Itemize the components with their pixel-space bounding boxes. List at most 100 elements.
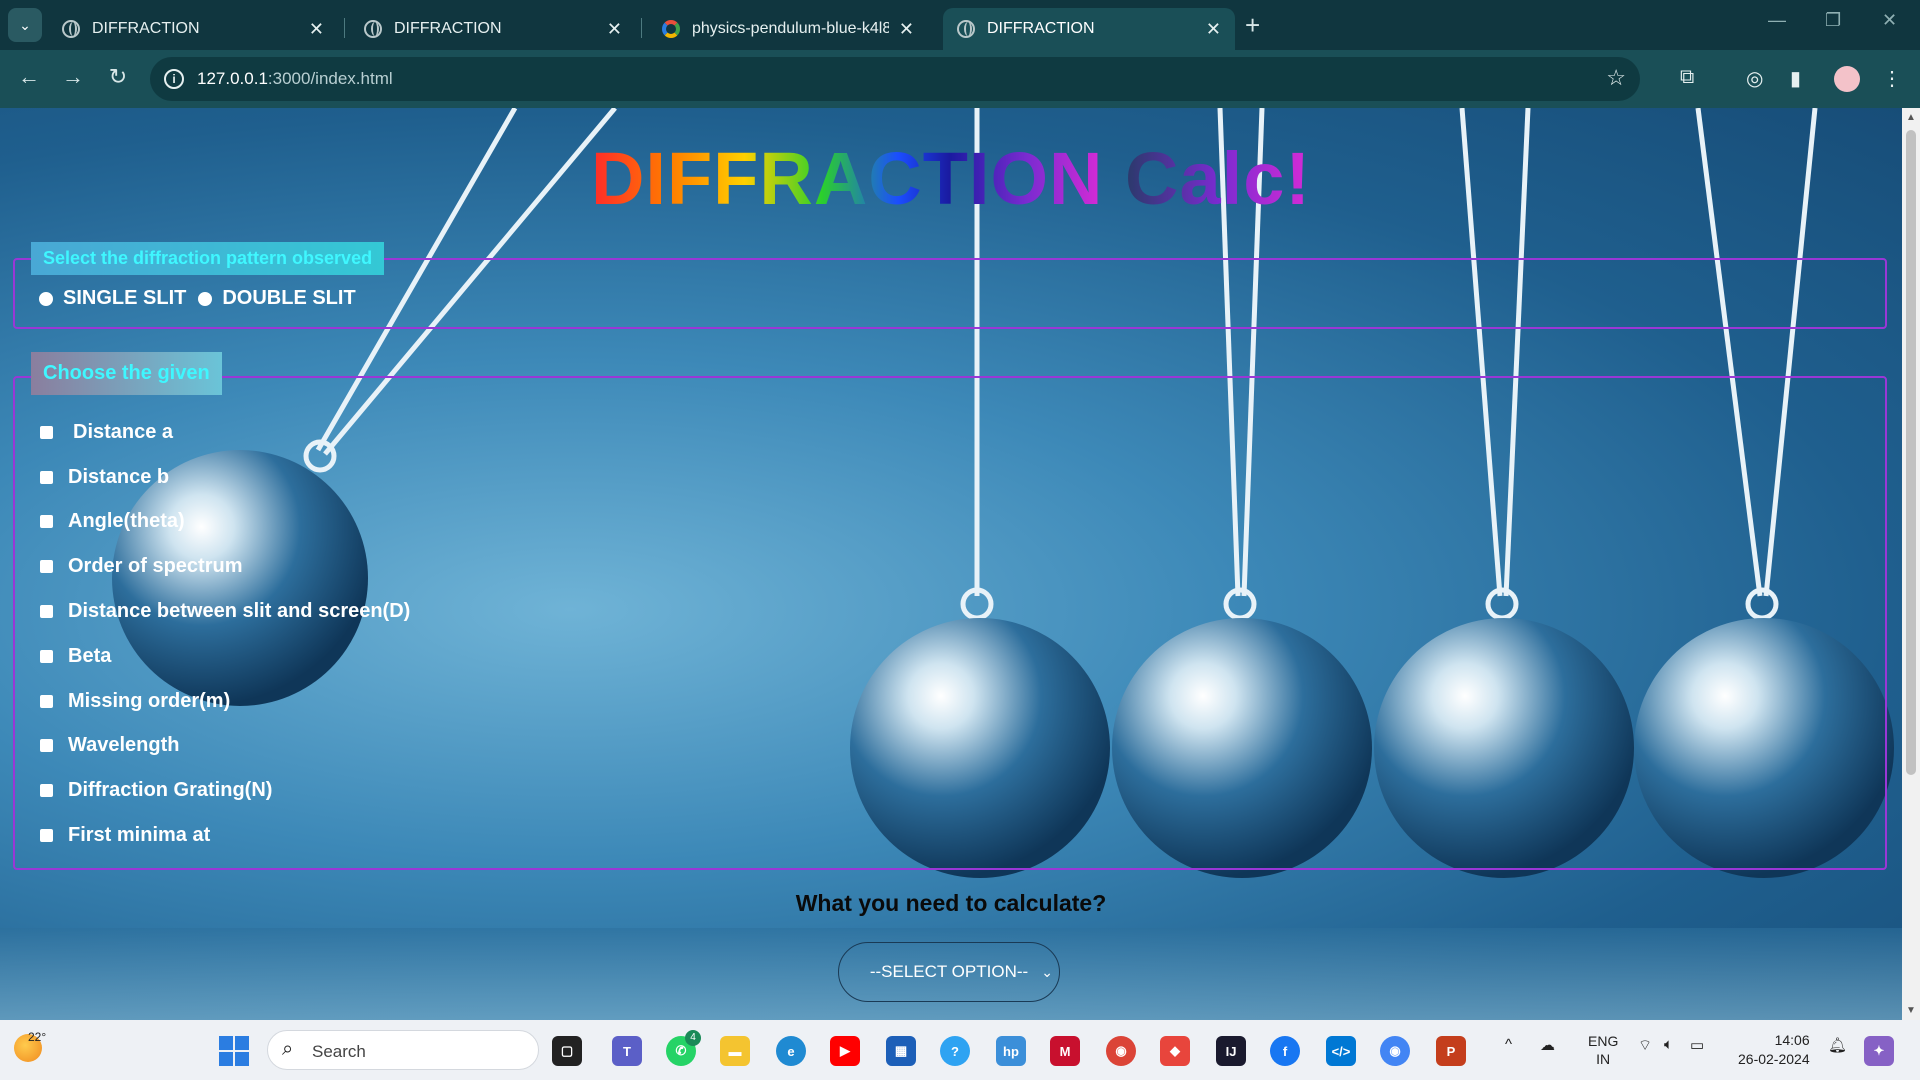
close-tab-icon[interactable]: ✕	[607, 19, 622, 40]
lang-code: ENG	[1588, 1033, 1619, 1049]
facebook-icon[interactable]: f	[1270, 1036, 1300, 1066]
menu-icon[interactable]: ⋮	[1882, 66, 1902, 91]
given-item[interactable]: Distance b	[40, 455, 410, 500]
given-item[interactable]: Distance a	[40, 410, 410, 455]
windows-taskbar: 22° ⌕ Search ▢ T ✆ 4 ▬ e ▶ ▦ ? hp M ◉ ◆ …	[0, 1020, 1920, 1080]
checkbox[interactable]	[40, 739, 53, 753]
tab-title: DIFFRACTION	[987, 20, 1095, 37]
system-clock[interactable]: 14:06 26-02-2024	[1738, 1031, 1810, 1069]
double-slit-radio[interactable]	[198, 291, 213, 306]
globe-icon	[62, 20, 80, 38]
close-tab-icon[interactable]: ✕	[1206, 19, 1221, 40]
given-item-label: Distance b	[68, 465, 170, 488]
calculate-select[interactable]: --SELECT OPTION-- ⌄	[838, 942, 1060, 1002]
vscode-icon[interactable]: </>	[1326, 1036, 1356, 1066]
tab-2[interactable]: DIFFRACTION ✕	[350, 8, 636, 50]
given-item[interactable]: Order of spectrum	[40, 544, 410, 589]
clock-date: 26-02-2024	[1738, 1051, 1810, 1067]
given-item[interactable]: Diffraction Grating(N)	[40, 768, 410, 813]
given-item[interactable]: Distance between slit and screen(D)	[40, 589, 410, 634]
forward-icon[interactable]: →	[58, 64, 88, 90]
close-window-icon[interactable]: ✕	[1882, 10, 1897, 31]
tab-4-active[interactable]: DIFFRACTION ✕	[943, 8, 1235, 50]
given-item[interactable]: Angle(theta)	[40, 500, 410, 545]
checkbox[interactable]	[40, 515, 53, 529]
title-calc-text: Calc!	[1125, 137, 1311, 220]
checkbox[interactable]	[40, 470, 53, 484]
onedrive-icon[interactable]: ☁	[1540, 1036, 1555, 1054]
chrome-icon[interactable]: ◉	[1106, 1036, 1136, 1066]
notification-icon[interactable]: 🔔︎	[1828, 1036, 1847, 1054]
wifi-icon[interactable]: ⌔	[1638, 1036, 1652, 1055]
given-item[interactable]: First minima at	[40, 813, 410, 858]
taskbar-search[interactable]: ⌕ Search	[267, 1030, 539, 1070]
help-icon[interactable]: ?	[940, 1036, 970, 1066]
weather-temp: 22°	[28, 1030, 47, 1044]
close-tab-icon[interactable]: ✕	[309, 19, 324, 40]
globe-icon	[364, 20, 382, 38]
single-slit-radio[interactable]	[39, 291, 53, 306]
checkbox[interactable]	[40, 829, 53, 843]
language-indicator[interactable]: ENG IN	[1588, 1032, 1618, 1068]
reload-icon[interactable]: ↻	[103, 64, 133, 90]
given-item[interactable]: Wavelength	[40, 724, 410, 769]
close-tab-icon[interactable]: ✕	[899, 19, 914, 40]
given-item[interactable]: Beta	[40, 634, 410, 679]
copilot-icon[interactable]: ✦	[1864, 1036, 1894, 1066]
extensions-icon[interactable]: ⧉	[1680, 66, 1694, 89]
given-item-label: Angle(theta)	[68, 510, 185, 533]
tray-overflow-icon[interactable]: ^	[1505, 1036, 1512, 1053]
battery-icon[interactable]: ▭	[1690, 1036, 1704, 1054]
scroll-up-arrow[interactable]: ▲	[1906, 112, 1916, 123]
search-placeholder: Search	[312, 1042, 366, 1061]
checkbox[interactable]	[40, 605, 53, 619]
address-bar[interactable]: i 127.0.0.1:3000/index.html ☆	[150, 57, 1640, 101]
tab-title: physics-pendulum-blue-k4l8oy	[692, 20, 889, 37]
windows-start-icon[interactable]	[219, 1036, 249, 1066]
checkbox[interactable]	[40, 425, 53, 439]
bookmark-star-icon[interactable]: ☆	[1606, 65, 1626, 91]
edge-icon[interactable]: e	[776, 1036, 806, 1066]
minimize-icon[interactable]: —	[1768, 10, 1786, 31]
file-explorer-icon[interactable]: ▬	[720, 1036, 750, 1066]
store-icon[interactable]: ▦	[886, 1036, 916, 1066]
powerpoint-icon[interactable]: P	[1436, 1036, 1466, 1066]
tab-search-button[interactable]: ⌄	[8, 8, 42, 42]
teams-icon[interactable]: T	[612, 1036, 642, 1066]
select-value: --SELECT OPTION--	[869, 962, 1029, 981]
tab-strip: ⌄ DIFFRACTION ✕ DIFFRACTION ✕ physics-pe…	[0, 0, 1920, 50]
chrome-profile-icon[interactable]: ◉	[1380, 1036, 1410, 1066]
mcafee-icon[interactable]: M	[1050, 1036, 1080, 1066]
double-slit-label[interactable]: DOUBLE SLIT	[222, 287, 355, 310]
tab-1[interactable]: DIFFRACTION ✕	[48, 8, 338, 50]
back-icon[interactable]: ←	[14, 64, 44, 90]
tab-3[interactable]: physics-pendulum-blue-k4l8oy ✕	[648, 8, 928, 50]
scroll-down-arrow[interactable]: ▼	[1906, 1005, 1916, 1016]
search-icon: ⌕	[282, 1038, 294, 1060]
anydesk-icon[interactable]: ◆	[1160, 1036, 1190, 1066]
given-item-label: Beta	[68, 644, 112, 667]
given-checkbox-list: Distance a Distance b Angle(theta) Order…	[40, 410, 410, 858]
task-view-icon[interactable]: ▢	[552, 1036, 582, 1066]
checkbox[interactable]	[40, 649, 53, 663]
url-text[interactable]: 127.0.0.1:3000/index.html	[197, 69, 393, 89]
single-slit-label[interactable]: SINGLE SLIT	[63, 287, 186, 310]
given-item[interactable]: Missing order(m)	[40, 679, 410, 724]
site-info-icon[interactable]: i	[164, 69, 184, 89]
page-scrollbar[interactable]: ▲ ▼	[1902, 108, 1920, 1020]
restore-icon[interactable]: ❐	[1825, 10, 1841, 31]
intellij-icon[interactable]: IJ	[1216, 1036, 1246, 1066]
scroll-thumb[interactable]	[1906, 130, 1916, 775]
new-tab-icon[interactable]: +	[1245, 10, 1260, 41]
given-fieldset: Choose the given Distance a Distance b A…	[13, 352, 1887, 870]
myhp-icon[interactable]: hp	[996, 1036, 1026, 1066]
lang-region: IN	[1596, 1051, 1611, 1067]
checkbox[interactable]	[40, 784, 53, 798]
checkbox[interactable]	[40, 560, 53, 574]
performance-icon[interactable]: ◎	[1746, 66, 1763, 91]
checkbox[interactable]	[40, 694, 53, 708]
volume-icon[interactable]: 🔈︎	[1664, 1036, 1673, 1053]
profile-avatar[interactable]	[1834, 66, 1860, 92]
youtube-icon[interactable]: ▶	[830, 1036, 860, 1066]
side-panel-icon[interactable]: ▮	[1790, 66, 1801, 91]
